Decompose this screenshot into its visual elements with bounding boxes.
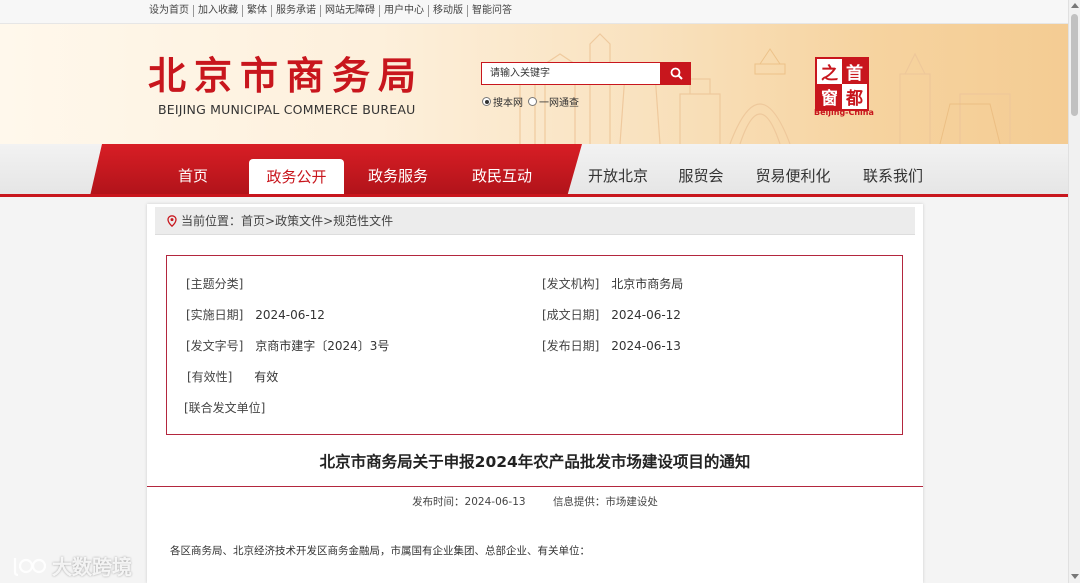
- search-input[interactable]: 请输入关键字: [481, 62, 661, 85]
- watermark-text: 大数跨境: [52, 555, 132, 579]
- nav-item-interaction[interactable]: 政民互动: [460, 158, 544, 194]
- meta-written-date: [成文日期] 2024-06-12: [542, 306, 681, 323]
- meta-impl-date-label: [实施日期]: [186, 308, 244, 322]
- site-logo-english: BEIJING MUNICIPAL COMMERCE BUREAU: [158, 102, 416, 117]
- utility-links: 设为首页 加入收藏 繁体 服务承诺 网站无障碍 用户中心 移动版 智能问答: [149, 5, 516, 17]
- nav-item-gov-affairs-open[interactable]: 政务公开: [249, 159, 344, 194]
- site-logo-chinese[interactable]: 北京市商务局: [148, 54, 424, 98]
- header-banner: 北京市商务局 BEIJING MUNICIPAL COMMERCE BUREAU…: [0, 24, 1068, 144]
- info-source: 信息提供：市场建设处: [552, 496, 658, 508]
- meta-validity: [有效性] 有效: [187, 368, 278, 385]
- link-accessibility[interactable]: 网站无障碍: [321, 5, 380, 17]
- publish-info: 发布时间：2024-06-13 信息提供：市场建设处: [147, 494, 923, 509]
- top-utility-bar: 设为首页 加入收藏 繁体 服务承诺 网站无障碍 用户中心 移动版 智能问答: [0, 0, 1068, 24]
- meta-validity-value: 有效: [254, 370, 279, 384]
- search-scope-group: 搜本网 一网通查: [482, 94, 584, 109]
- meta-pub-date-label: [发布日期]: [542, 339, 600, 353]
- link-set-homepage[interactable]: 设为首页: [149, 5, 194, 17]
- seal-char: 都: [846, 89, 863, 109]
- link-add-favorite[interactable]: 加入收藏: [194, 5, 243, 17]
- radio-label: 一网通查: [539, 98, 579, 109]
- meta-doc-number-value: 京商市建字〔2024〕3号: [255, 339, 390, 353]
- meta-pub-date-value: 2024-06-13: [611, 339, 681, 353]
- meta-written-date-value: 2024-06-12: [611, 308, 681, 322]
- meta-validity-label: [有效性]: [187, 370, 233, 384]
- radio-search-all[interactable]: 一网通查: [528, 94, 579, 109]
- seal-subtitle: Beijing-China: [814, 108, 874, 117]
- meta-theme: [主题分类]: [186, 275, 251, 292]
- article-body: 各区商务局、北京经济技术开发区商务金融局，市属国有企业集团、总部企业、有关单位：: [170, 545, 590, 557]
- nav-item-contact-us[interactable]: 联系我们: [854, 158, 932, 194]
- meta-joint-issuer-label: [联合发文单位]: [184, 401, 266, 415]
- title-divider: [147, 486, 923, 487]
- scroll-up-arrow-icon[interactable]: [1071, 3, 1079, 8]
- search-icon: [670, 67, 683, 80]
- watermark-logo-icon: [13, 557, 47, 576]
- nav-item-ciftis[interactable]: 服贸会: [670, 158, 732, 194]
- breadcrumb-label: 当前位置：: [181, 214, 242, 228]
- capital-window-seal[interactable]: 之 首 窗 都: [815, 57, 869, 111]
- radio-label: 搜本网: [493, 98, 523, 109]
- meta-issuer-label: [发文机构]: [542, 277, 600, 291]
- breadcrumb-path[interactable]: 首页>政策文件>规范性文件: [241, 212, 393, 229]
- link-smart-qa[interactable]: 智能问答: [468, 5, 516, 17]
- publish-time: 发布时间：2024-06-13: [412, 496, 526, 508]
- link-traditional-chinese[interactable]: 繁体: [243, 5, 272, 17]
- article-title: 北京市商务局关于申报2024年农产品批发市场建设项目的通知: [319, 453, 751, 471]
- meta-impl-date-value: 2024-06-12: [255, 308, 325, 322]
- link-user-center[interactable]: 用户中心: [380, 5, 429, 17]
- page-scrollbar[interactable]: [1068, 0, 1080, 583]
- nav-item-home[interactable]: 首页: [152, 158, 234, 194]
- scroll-thumb[interactable]: [1071, 14, 1078, 116]
- meta-doc-number-label: [发文字号]: [186, 339, 244, 353]
- meta-issuer: [发文机构] 北京市商务局: [542, 275, 683, 292]
- nav-underline: [0, 194, 1068, 197]
- location-pin-icon: [167, 214, 177, 227]
- watermark: 大数跨境: [10, 551, 132, 580]
- meta-theme-label: [主题分类]: [186, 277, 244, 291]
- meta-pub-date: [发布日期] 2024-06-13: [542, 337, 681, 354]
- link-mobile[interactable]: 移动版: [429, 5, 468, 17]
- scroll-down-arrow-icon[interactable]: [1071, 574, 1079, 579]
- meta-impl-date: [实施日期] 2024-06-12: [186, 306, 325, 323]
- radio-search-site[interactable]: 搜本网: [482, 94, 523, 109]
- meta-written-date-label: [成文日期]: [542, 308, 600, 322]
- breadcrumb: 当前位置： 首页>政策文件>规范性文件: [155, 207, 915, 235]
- meta-doc-number: [发文字号] 京商市建字〔2024〕3号: [186, 337, 389, 354]
- seal-char: 之: [821, 64, 838, 84]
- meta-joint-issuer: [联合发文单位]: [184, 399, 273, 416]
- link-service-promise[interactable]: 服务承诺: [272, 5, 321, 17]
- seal-char: 窗: [817, 84, 842, 109]
- nav-item-open-beijing[interactable]: 开放北京: [578, 158, 658, 194]
- meta-issuer-value: 北京市商务局: [611, 277, 684, 291]
- nav-item-trade-facilitation[interactable]: 贸易便利化: [748, 158, 838, 194]
- nav-item-gov-services[interactable]: 政务服务: [356, 158, 440, 194]
- radio-selected-icon: [482, 97, 491, 106]
- radio-unselected-icon: [528, 97, 537, 106]
- search-button[interactable]: [661, 62, 691, 85]
- seal-char: 首: [842, 59, 867, 84]
